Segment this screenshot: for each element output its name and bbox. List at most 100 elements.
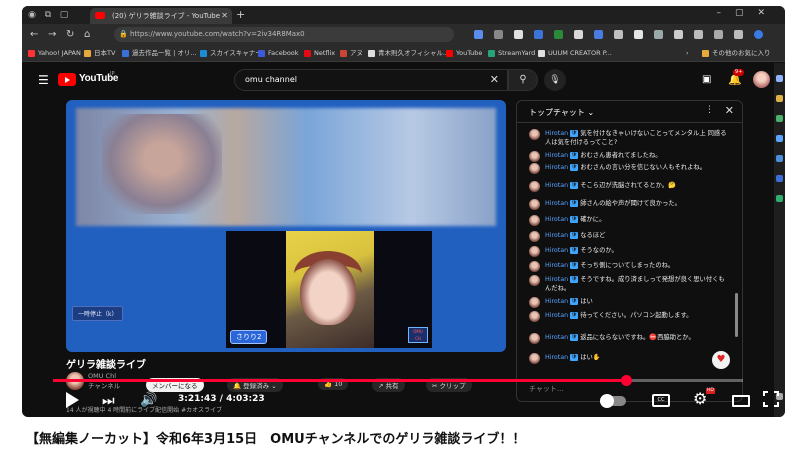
youtube-logo-icon[interactable] [58, 73, 76, 86]
extension-icon[interactable] [594, 30, 603, 39]
extension-icon[interactable] [474, 30, 483, 39]
chat-scrollbar[interactable] [735, 293, 738, 337]
bookmark-item[interactable]: 過去作品一覧 | オリ... [122, 48, 197, 59]
chat-author-name[interactable]: Hirotan [545, 354, 568, 361]
chat-author-avatar[interactable] [529, 163, 540, 174]
home-icon[interactable]: ⌂ [84, 28, 90, 42]
extension-icon[interactable] [614, 30, 623, 39]
bookmark-item[interactable]: Yahoo! JAPAN [28, 48, 81, 59]
window-controls[interactable]: –▢✕ [716, 8, 779, 18]
clear-search-icon[interactable]: ✕ [490, 70, 499, 90]
menu-icon[interactable]: ☰ [38, 73, 49, 87]
video-player[interactable]: d さりり2 OMUCH 一時停止（k） [66, 100, 506, 352]
bookmark-item[interactable]: アヌ [340, 48, 363, 59]
chat-author-name[interactable]: Hirotan [545, 276, 568, 283]
chat-author-name[interactable]: Hirotan [545, 164, 568, 171]
sidebar-icon[interactable] [776, 75, 783, 82]
extension-icon[interactable] [534, 30, 543, 39]
bookmark-item[interactable]: Netflix [304, 48, 335, 59]
bookmark-item[interactable]: スカイスキャナー [200, 48, 262, 59]
extension-icon[interactable] [654, 30, 663, 39]
bookmark-item[interactable]: Facebook [258, 48, 299, 59]
chat-author-name[interactable]: Hirotan [545, 232, 568, 239]
extension-icon[interactable] [494, 30, 503, 39]
url-field[interactable]: 🔒 https://www.youtube.com/watch?v=2iv34R… [114, 27, 454, 42]
chat-message-list[interactable]: Hirotan 🛡 気を付けなきゃいけないことってメンタル上 同感る人は気を付けるっ… [517, 125, 732, 375]
extension-icon[interactable] [634, 30, 643, 39]
chat-mode-selector[interactable]: トップチャット ⌄ [529, 107, 594, 118]
sidebar-icon[interactable] [776, 195, 783, 202]
chat-author-name[interactable]: Hirotan [545, 334, 568, 341]
chat-author-avatar[interactable] [529, 311, 540, 322]
account-avatar[interactable] [753, 71, 770, 88]
chat-author-name[interactable]: Hirotan [545, 152, 568, 159]
chat-author-avatar[interactable] [529, 246, 540, 257]
create-video-icon[interactable]: ▣ [702, 74, 711, 85]
progress-bar[interactable] [53, 375, 743, 386]
chat-author-name[interactable]: Hirotan [545, 312, 568, 319]
chat-input[interactable]: チャット... [529, 381, 669, 397]
bookmark-folder-other[interactable]: その他のお気に入り [702, 48, 771, 59]
collections-icon[interactable] [714, 30, 723, 39]
bookmark-item[interactable]: 日本TV [84, 48, 115, 59]
voice-search-button[interactable]: 🎙 [544, 69, 566, 91]
chat-author-avatar[interactable] [529, 333, 540, 344]
bookmark-item[interactable]: 青木則久オフィシャル... [368, 48, 449, 59]
progress-scrubber[interactable] [620, 375, 632, 386]
tab-youtube[interactable]: (20) ゲリラ雑談ライブ - YouTube ✕ [90, 8, 232, 24]
sidebar-icon[interactable] [776, 175, 783, 182]
chat-author-name[interactable]: Hirotan [545, 298, 568, 305]
fullscreen-icon[interactable] [763, 391, 779, 407]
extension-icon[interactable] [554, 30, 563, 39]
theater-mode-icon[interactable] [732, 395, 750, 407]
workspaces-icon[interactable]: ⧉ [42, 9, 54, 21]
tab-actions-icon[interactable]: ▢ [58, 9, 70, 21]
chat-author-avatar[interactable] [529, 215, 540, 226]
chat-author-name[interactable]: Hirotan [545, 130, 568, 137]
forward-icon[interactable]: → [48, 28, 56, 42]
chat-author-name[interactable]: Hirotan [545, 200, 568, 207]
sidebar-icon[interactable] [776, 95, 783, 102]
sidebar-icon[interactable] [776, 135, 783, 142]
extension-icon[interactable] [514, 30, 523, 39]
sidebar-icon[interactable] [776, 115, 783, 122]
chat-author-name[interactable]: Hirotan [545, 182, 568, 189]
copilot-icon[interactable] [754, 30, 763, 39]
chat-author-avatar[interactable] [529, 231, 540, 242]
sidebar-icon[interactable] [776, 155, 783, 162]
chat-author-avatar[interactable] [529, 275, 540, 286]
bookmarks-overflow-icon[interactable]: › [686, 48, 689, 59]
settings-more-icon[interactable] [734, 30, 743, 39]
search-button[interactable]: ⚲ [508, 69, 538, 91]
chat-author-avatar[interactable] [529, 297, 540, 308]
new-tab-button[interactable]: + [236, 8, 245, 22]
back-icon[interactable]: ← [30, 28, 38, 42]
chat-author-avatar[interactable] [529, 199, 540, 210]
search-input[interactable]: omu channel ✕ [234, 69, 508, 91]
next-icon[interactable]: ⏭ [102, 393, 115, 409]
more-options-icon[interactable]: ⋮ [705, 105, 714, 115]
autoplay-toggle[interactable] [600, 394, 626, 408]
chat-author-avatar[interactable] [529, 353, 540, 364]
profile-icon[interactable]: ◉ [26, 9, 38, 21]
extension-icon[interactable] [574, 30, 583, 39]
bookmark-item[interactable]: StreamYard [488, 48, 535, 59]
heart-reaction-button[interactable]: ♥ [712, 351, 730, 369]
chat-author-avatar[interactable] [529, 129, 540, 140]
bookmark-item[interactable]: UUUM CREATOR P... [538, 48, 612, 59]
close-tab-icon[interactable]: ✕ [221, 8, 228, 24]
chat-author-name[interactable]: Hirotan [545, 262, 568, 269]
subtitles-icon[interactable]: CC [652, 394, 670, 407]
volume-icon[interactable]: 🔊 [140, 391, 157, 409]
chat-author-avatar[interactable] [529, 151, 540, 162]
chat-author-avatar[interactable] [529, 261, 540, 272]
chat-author-avatar[interactable] [529, 181, 540, 192]
bookmark-item[interactable]: YouTube [446, 48, 482, 59]
reload-icon[interactable]: ↻ [66, 28, 74, 42]
chat-author-name[interactable]: Hirotan [545, 216, 568, 223]
extension-icon[interactable] [674, 30, 683, 39]
favorites-icon[interactable] [694, 30, 703, 39]
close-icon[interactable]: ✕ [725, 104, 734, 117]
play-icon[interactable] [66, 392, 79, 408]
chat-author-name[interactable]: Hirotan [545, 247, 568, 254]
